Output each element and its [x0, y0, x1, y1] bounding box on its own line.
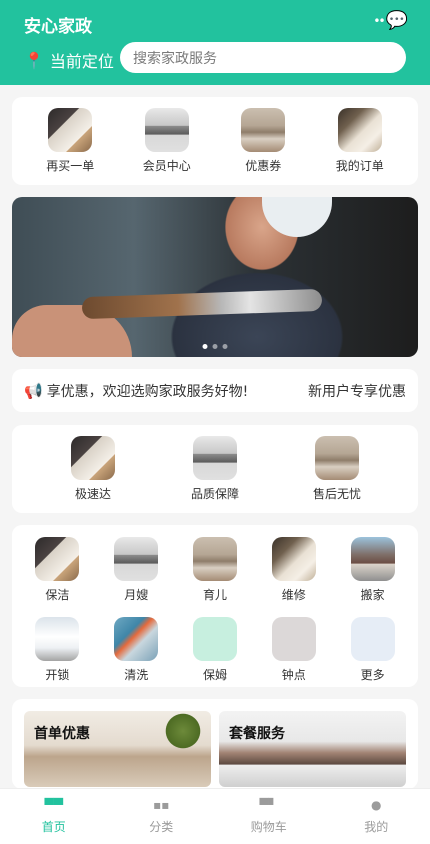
tab-label: 购物车: [250, 820, 287, 834]
quick-entry-label: 优惠券: [245, 159, 282, 173]
search-input[interactable]: 搜索家政服务: [120, 42, 406, 73]
category-label: 维修: [281, 588, 306, 602]
aftersales-image: [315, 436, 359, 480]
more-dots-icon[interactable]: ••: [373, 14, 385, 28]
banner-dot[interactable]: [222, 344, 228, 349]
banner-pagination: [202, 344, 228, 349]
category-repair[interactable]: 维修: [254, 537, 333, 607]
app-title: 安心家政: [24, 17, 92, 37]
user-icon: ●: [371, 798, 382, 812]
promo-title: 首单优惠: [34, 726, 90, 742]
banner-dot[interactable]: [212, 344, 218, 349]
locksmith-image: [35, 617, 80, 661]
quick-entry-label: 会员中心: [142, 159, 191, 173]
promo-banner[interactable]: [12, 197, 418, 357]
category-nanny[interactable]: 保姆: [176, 617, 255, 687]
location-selector[interactable]: 📍 当前定位: [24, 48, 114, 72]
more-image: [350, 617, 395, 661]
grid-icon: ▪▪: [153, 798, 170, 812]
feature-label: 售后无忧: [312, 487, 361, 501]
feature-quality[interactable]: 品质保障: [180, 436, 250, 502]
orders-image: [337, 108, 382, 152]
quick-entry-orders[interactable]: 我的订单: [325, 108, 395, 174]
quick-entry-label: 我的订单: [335, 159, 384, 173]
tab-label: 首页: [41, 820, 66, 834]
notice-bar[interactable]: 📢 享优惠，欢迎选购家政服务好物! 新用户专享优惠: [12, 369, 418, 412]
category-maternity[interactable]: 月嫂: [97, 537, 176, 607]
tab-category[interactable]: ▪▪ 分类: [108, 789, 216, 844]
banner-dot[interactable]: [202, 344, 208, 349]
speaker-icon: 📢: [24, 381, 43, 400]
banner-tool-shape: [81, 288, 323, 320]
category-label: 钟点: [281, 668, 306, 682]
category-label: 清洗: [124, 668, 149, 682]
category-label: 开锁: [45, 668, 70, 682]
tab-label: 分类: [149, 820, 174, 834]
cart-icon: ▀▘: [259, 798, 278, 812]
feature-row: 极速达 品质保障 售后无忧: [12, 425, 418, 513]
tab-label: 我的: [364, 820, 389, 834]
category-label: 育儿: [202, 588, 227, 602]
childcare-image: [192, 537, 237, 581]
category-label: 更多: [360, 668, 385, 682]
category-washing[interactable]: 清洗: [97, 617, 176, 687]
category-moving[interactable]: 搬家: [333, 537, 412, 607]
service-categories: 保洁 月嫂 育儿 维修 搬家 开锁 清洗 保姆 钟点 更多: [12, 525, 418, 687]
feature-label: 品质保障: [190, 487, 239, 501]
washing-image: [114, 617, 159, 661]
package-promo[interactable]: 套餐服务: [219, 711, 406, 787]
promo-section: 首单优惠 套餐服务: [12, 699, 418, 789]
promo-title: 套餐服务: [229, 726, 285, 742]
nanny-image: [192, 617, 237, 661]
feature-fast[interactable]: 极速达: [58, 436, 128, 502]
feature-aftersales[interactable]: 售后无忧: [302, 436, 372, 502]
banner-lamp-shape: [262, 197, 332, 237]
quick-entry-coupon[interactable]: 优惠券: [228, 108, 298, 174]
home-icon: ▀▀: [44, 798, 63, 812]
tab-cart[interactable]: ▀▘ 购物车: [215, 789, 323, 844]
chat-icon[interactable]: 💬: [386, 10, 408, 31]
fast-delivery-image: [71, 436, 115, 480]
hourly-image: [271, 617, 316, 661]
quick-entry-member[interactable]: 会员中心: [132, 108, 202, 174]
notice-text: 享优惠，欢迎选购家政服务好物!: [46, 383, 249, 400]
category-hourly[interactable]: 钟点: [254, 617, 333, 687]
header-icons: •• 💬: [373, 10, 408, 31]
tab-mine[interactable]: ● 我的: [323, 789, 430, 844]
maternity-image: [114, 537, 159, 581]
category-cleaning[interactable]: 保洁: [18, 537, 97, 607]
moving-image: [350, 537, 395, 581]
top-header: 安心家政 •• 💬 📍 当前定位 搜索家政服务: [0, 0, 430, 85]
new-user-offer[interactable]: 新用户专享优惠: [308, 381, 406, 401]
category-more[interactable]: 更多: [333, 617, 412, 687]
plant-decoration: [163, 711, 203, 751]
bottom-tabbar: ▀▀ 首页 ▪▪ 分类 ▀▘ 购物车 ● 我的: [0, 788, 430, 844]
category-label: 搬家: [360, 588, 385, 602]
location-label: 当前定位: [49, 52, 114, 71]
tab-home[interactable]: ▀▀ 首页: [0, 789, 108, 844]
quick-entries: 再买一单 会员中心 优惠券 我的订单: [12, 97, 418, 185]
quick-entry-repurchase[interactable]: 再买一单: [35, 108, 105, 174]
quick-entry-label: 再买一单: [46, 159, 95, 173]
cleaning-image: [35, 537, 80, 581]
category-label: 保洁: [45, 588, 70, 602]
repair-image: [271, 537, 316, 581]
first-order-promo[interactable]: 首单优惠: [24, 711, 211, 787]
quality-image: [193, 436, 237, 480]
location-pin-icon: 📍: [24, 50, 44, 70]
search-placeholder: 搜索家政服务: [133, 50, 217, 67]
category-childcare[interactable]: 育儿: [176, 537, 255, 607]
repurchase-image: [48, 108, 93, 152]
category-label: 月嫂: [124, 588, 149, 602]
category-locksmith[interactable]: 开锁: [18, 617, 97, 687]
member-image: [144, 108, 189, 152]
coupon-image: [241, 108, 286, 152]
category-label: 保姆: [202, 668, 227, 682]
feature-label: 极速达: [74, 487, 111, 501]
